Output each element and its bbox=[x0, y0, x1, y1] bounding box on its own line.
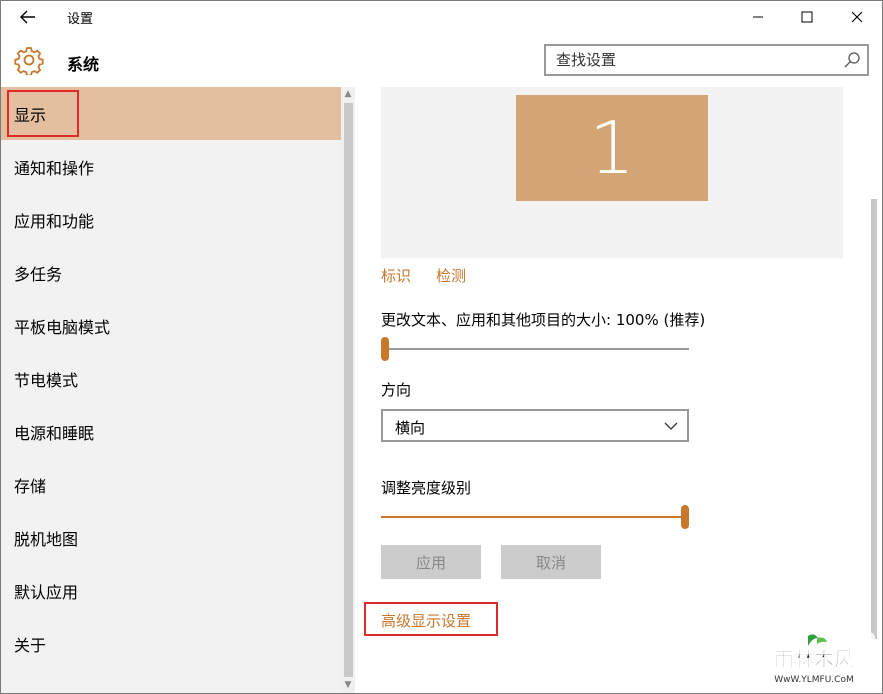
scale-label: 更改文本、应用和其他项目的大小: 100% (推荐) bbox=[381, 311, 706, 329]
search-icon[interactable] bbox=[843, 51, 861, 69]
sidebar-item-label: 节电模式 bbox=[14, 370, 79, 390]
close-button[interactable] bbox=[834, 1, 880, 33]
sidebar-item-label: 默认应用 bbox=[14, 582, 79, 602]
highlight-box-advanced bbox=[364, 602, 498, 636]
watermark-logo: 雨林木风 WwW.YLMFU.CoM bbox=[753, 632, 875, 690]
apply-button[interactable]: 应用 bbox=[381, 545, 481, 579]
sidebar-scrollbar[interactable]: ▲ ▼ bbox=[341, 87, 355, 693]
sidebar-item-label: 电源和睡眠 bbox=[14, 423, 95, 443]
close-icon bbox=[851, 11, 863, 23]
cancel-button[interactable]: 取消 bbox=[501, 545, 601, 579]
sidebar-item-storage[interactable]: 存储 bbox=[1, 458, 341, 511]
monitor-tile[interactable]: 1 bbox=[516, 95, 708, 201]
detect-link[interactable]: 检测 bbox=[436, 265, 466, 286]
window-title: 设置 bbox=[67, 12, 94, 27]
orientation-label: 方向 bbox=[381, 381, 412, 399]
minimize-icon bbox=[753, 16, 763, 18]
sidebar-scroll-thumb[interactable] bbox=[344, 103, 353, 677]
scale-slider-thumb[interactable] bbox=[381, 337, 389, 361]
orientation-value: 横向 bbox=[395, 419, 426, 437]
sidebar-item-label: 平板电脑模式 bbox=[14, 317, 111, 337]
sidebar-item-label: 脱机地图 bbox=[14, 529, 79, 549]
gear-icon bbox=[14, 47, 44, 75]
sidebar-item-offline-maps[interactable]: 脱机地图 bbox=[1, 511, 341, 564]
search-box[interactable] bbox=[544, 44, 869, 76]
display-preview: 1 bbox=[381, 87, 843, 258]
sidebar-item-label: 关于 bbox=[14, 635, 47, 655]
watermark-url: WwW.YLMFU.CoM bbox=[774, 675, 853, 685]
sidebar-nav: 显示 通知和操作 应用和功能 多任务 平板电脑模式 节电模式 电源和睡眠 存储 … bbox=[1, 87, 341, 693]
scroll-down-icon[interactable]: ▼ bbox=[343, 680, 353, 690]
settings-window: 设置 系统 显示 通知和操作 应用和功能 多任务 平板电脑模式 节电模式 电源和 bbox=[0, 0, 883, 694]
main-scroll-thumb[interactable] bbox=[871, 199, 877, 639]
main-scrollbar[interactable] bbox=[867, 87, 881, 693]
sidebar-item-apps-features[interactable]: 应用和功能 bbox=[1, 193, 341, 246]
orientation-dropdown[interactable]: 横向 bbox=[381, 409, 689, 442]
minimize-button[interactable] bbox=[735, 1, 781, 33]
section-title: 系统 bbox=[67, 55, 100, 74]
search-input[interactable] bbox=[556, 51, 826, 69]
back-arrow-icon bbox=[20, 10, 35, 24]
brightness-slider-track[interactable] bbox=[381, 516, 689, 518]
title-bar: 设置 bbox=[1, 1, 882, 33]
maximize-icon bbox=[801, 11, 813, 23]
sidebar-item-label: 通知和操作 bbox=[14, 158, 95, 178]
sidebar-item-default-apps[interactable]: 默认应用 bbox=[1, 564, 341, 617]
scroll-up-icon[interactable]: ▲ bbox=[343, 89, 353, 99]
watermark-text: 雨林木风 bbox=[774, 647, 854, 671]
sidebar-item-label: 应用和功能 bbox=[14, 211, 95, 231]
highlight-box-display bbox=[7, 90, 79, 137]
identify-link[interactable]: 标识 bbox=[381, 265, 411, 286]
sidebar-item-label: 多任务 bbox=[14, 264, 63, 284]
brightness-slider-thumb[interactable] bbox=[681, 505, 689, 529]
sidebar-item-about[interactable]: 关于 bbox=[1, 617, 341, 670]
scale-slider-track[interactable] bbox=[381, 348, 689, 350]
sidebar-item-tablet-mode[interactable]: 平板电脑模式 bbox=[1, 299, 341, 352]
back-button[interactable] bbox=[11, 5, 45, 29]
chevron-down-icon bbox=[664, 422, 678, 430]
sidebar-item-multitasking[interactable]: 多任务 bbox=[1, 246, 341, 299]
sidebar-item-power-sleep[interactable]: 电源和睡眠 bbox=[1, 405, 341, 458]
maximize-button[interactable] bbox=[784, 1, 830, 33]
brightness-label: 调整亮度级别 bbox=[381, 479, 472, 497]
sidebar-item-label: 存储 bbox=[14, 476, 47, 496]
sidebar-item-notifications[interactable]: 通知和操作 bbox=[1, 140, 341, 193]
sidebar-item-battery-saver[interactable]: 节电模式 bbox=[1, 352, 341, 405]
